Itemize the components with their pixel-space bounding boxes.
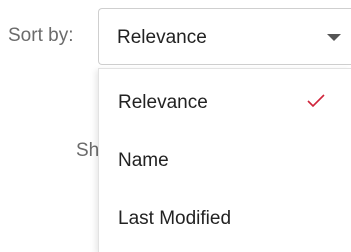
sort-option-name[interactable]: Name <box>99 134 351 188</box>
sort-select-value: Relevance <box>117 27 207 48</box>
sort-option-last-modified[interactable]: Last Modified <box>99 192 351 246</box>
sort-option-label: Relevance <box>118 92 208 113</box>
obscured-text: Sh <box>76 140 100 161</box>
sort-select[interactable]: Relevance <box>98 8 351 65</box>
sort-option-label: Last Modified <box>118 208 232 229</box>
sort-option-label: Name <box>118 150 169 171</box>
sort-by-label: Sort by: <box>8 25 74 46</box>
sort-options-menu: Relevance Name Last Modified <box>98 68 351 252</box>
sort-option-relevance[interactable]: Relevance <box>99 76 351 130</box>
caret-down-icon[interactable] <box>327 34 341 41</box>
sort-panel: Sort by: Sh Relevance Relevance Name Las… <box>0 0 351 252</box>
check-icon <box>307 94 325 108</box>
